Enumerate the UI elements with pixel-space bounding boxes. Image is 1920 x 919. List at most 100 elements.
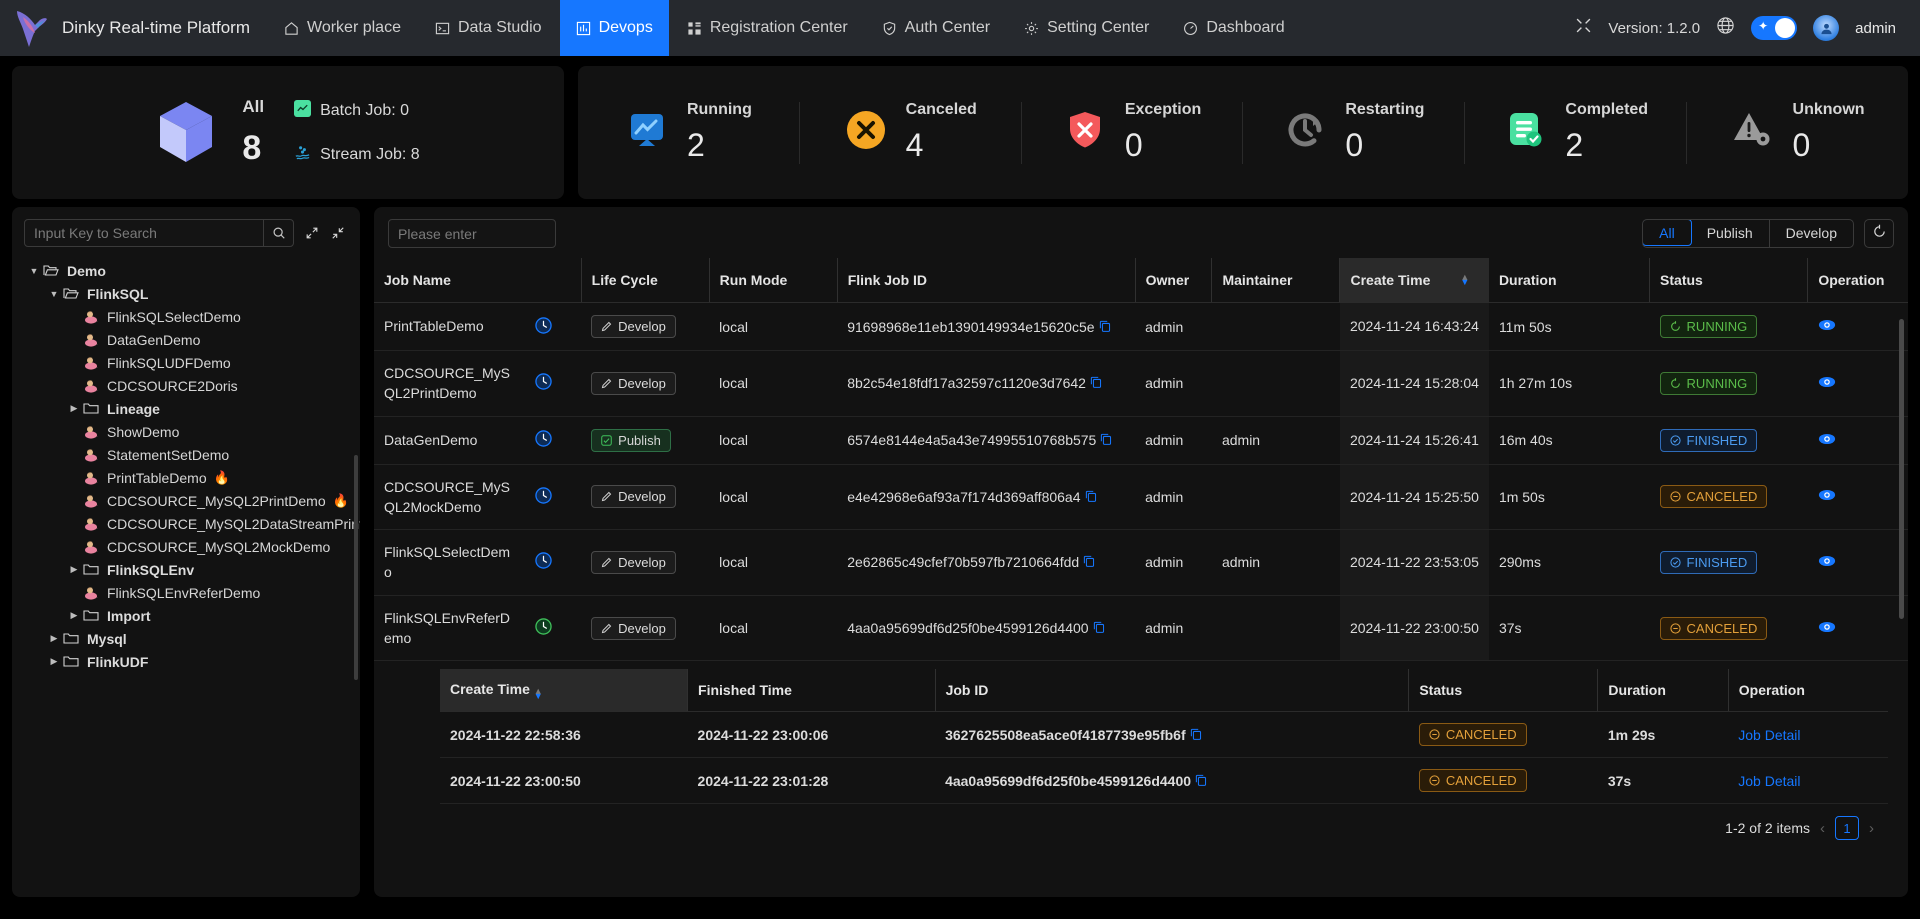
sub-col-duration[interactable]: Duration [1598, 669, 1728, 711]
language-globe-icon[interactable] [1716, 16, 1735, 40]
sort-arrows-icon[interactable]: ▲▼ [534, 689, 543, 699]
tree-node-mysql[interactable]: Mysql [12, 627, 360, 650]
tree-node-flinkudf[interactable]: FlinkUDF [12, 650, 360, 673]
instance-row[interactable]: 2024-11-22 23:00:502024-11-22 23:01:284a… [440, 758, 1888, 804]
nav-item-registration-center[interactable]: Registration Center [671, 0, 864, 56]
tree-node-cdcsource_mysql2printdemo[interactable]: CDCSOURCE_MySQL2PrintDemo🔥 [12, 489, 360, 512]
tree-node-showdemo[interactable]: ShowDemo [12, 420, 360, 443]
stat-running[interactable]: Running 2 [578, 102, 800, 164]
job-row[interactable]: CDCSOURCE_MySQL2PrintDemoDeveloplocal8b2… [374, 351, 1908, 417]
col-flink-job-id[interactable]: Flink Job ID [837, 258, 1135, 303]
tree-node-flinksql[interactable]: FlinkSQL [12, 282, 360, 305]
tree-node-flinksqlenvreferdemo[interactable]: FlinkSQLEnvReferDemo [12, 581, 360, 604]
jobs-search-box[interactable] [388, 219, 556, 248]
pagination-page-1[interactable]: 1 [1835, 816, 1859, 840]
view-detail-eye-icon[interactable] [1818, 435, 1836, 451]
col-job-name[interactable]: Job Name [374, 258, 525, 303]
filter-all[interactable]: All [1642, 219, 1692, 246]
lifecycle-develop-button[interactable]: Develop [591, 617, 676, 640]
tree-node-lineage[interactable]: Lineage [12, 397, 360, 420]
copy-icon[interactable] [1195, 773, 1207, 789]
view-detail-eye-icon[interactable] [1818, 623, 1836, 639]
copy-icon[interactable] [1190, 727, 1202, 743]
nav-item-devops[interactable]: Devops [560, 0, 669, 56]
stat-unknown[interactable]: Unknown 0 [1687, 102, 1908, 164]
sub-col-job-id[interactable]: Job ID [935, 669, 1409, 711]
copy-icon[interactable] [1099, 319, 1111, 335]
pagination-prev-icon[interactable]: ‹ [1820, 820, 1825, 837]
tree-node-cdcsource_mysql2mockdemo[interactable]: CDCSOURCE_MySQL2MockDemo [12, 535, 360, 558]
filter-develop[interactable]: Develop [1770, 220, 1853, 247]
theme-toggle[interactable]: ✦ [1751, 16, 1797, 40]
search-input[interactable] [25, 220, 263, 246]
copy-icon[interactable] [1093, 620, 1105, 636]
copy-icon[interactable] [1090, 375, 1102, 391]
instance-row[interactable]: 2024-11-22 22:58:362024-11-22 23:00:0636… [440, 712, 1888, 758]
sort-arrows-icon[interactable]: ▲▼ [1460, 275, 1469, 285]
job-detail-link[interactable]: Job Detail [1738, 727, 1800, 743]
tree-node-import[interactable]: Import [12, 604, 360, 627]
view-detail-eye-icon[interactable] [1818, 321, 1836, 337]
tree-node-datagendemo[interactable]: DataGenDemo [12, 328, 360, 351]
stat-restarting[interactable]: Restarting 0 [1243, 102, 1465, 164]
tree-caret-icon[interactable] [46, 289, 62, 299]
filter-publish[interactable]: Publish [1691, 220, 1770, 247]
copy-icon[interactable] [1083, 554, 1095, 570]
lifecycle-publish-button[interactable]: Publish [591, 429, 671, 452]
tree-caret-icon[interactable] [46, 633, 62, 644]
view-detail-eye-icon[interactable] [1818, 491, 1836, 507]
username-label[interactable]: admin [1855, 20, 1896, 37]
sub-col-status[interactable]: Status [1409, 669, 1598, 711]
jobs-search-input[interactable] [389, 220, 556, 247]
tree-caret-icon[interactable] [66, 610, 82, 621]
job-row[interactable]: DataGenDemoPublishlocal6574e8144e4a5a43e… [374, 416, 1908, 464]
job-row[interactable]: FlinkSQLEnvReferDemoDeveloplocal4aa0a956… [374, 595, 1908, 661]
sub-col-create-time[interactable]: Create Time ▲▼ [440, 669, 688, 711]
lifecycle-develop-button[interactable]: Develop [591, 551, 676, 574]
nav-item-data-studio[interactable]: Data Studio [419, 0, 558, 56]
col-maintainer[interactable]: Maintainer [1212, 258, 1340, 303]
tree-caret-icon[interactable] [66, 403, 82, 414]
col-life-cycle[interactable]: Life Cycle [581, 258, 709, 303]
view-detail-eye-icon[interactable] [1818, 378, 1836, 394]
tree-node-cdcsource_mysql2datastreamprintdemo[interactable]: CDCSOURCE_MySQL2DataStreamPrintDemo [12, 512, 360, 535]
tree-node-statementsetdemo[interactable]: StatementSetDemo [12, 443, 360, 466]
col-create-time[interactable]: Create Time ▲▼ [1340, 258, 1489, 303]
sub-col-finished-time[interactable]: Finished Time [688, 669, 936, 711]
nav-item-setting-center[interactable]: Setting Center [1008, 0, 1165, 56]
tree-node-demo[interactable]: Demo [12, 259, 360, 282]
tree-caret-icon[interactable] [46, 656, 62, 667]
collapse-all-icon[interactable] [328, 223, 348, 243]
cell-clock[interactable] [525, 416, 581, 464]
tree-node-flinksqlselectdemo[interactable]: FlinkSQLSelectDemo [12, 305, 360, 328]
sidebar-scrollbar[interactable] [354, 455, 358, 680]
nav-item-dashboard[interactable]: Dashboard [1167, 0, 1300, 56]
cell-clock[interactable] [525, 595, 581, 661]
tree-node-flinksqlenv[interactable]: FlinkSQLEnv [12, 558, 360, 581]
lifecycle-develop-button[interactable]: Develop [591, 372, 676, 395]
copy-icon[interactable] [1085, 489, 1097, 505]
lifecycle-develop-button[interactable]: Develop [591, 485, 676, 508]
cell-clock[interactable] [525, 530, 581, 596]
app-logo-hummingbird-icon[interactable] [8, 5, 54, 51]
pagination-next-icon[interactable]: › [1869, 820, 1874, 837]
copy-icon[interactable] [1100, 432, 1112, 448]
cell-clock[interactable] [525, 464, 581, 530]
tree-caret-icon[interactable] [26, 266, 42, 276]
search-icon[interactable] [263, 220, 293, 246]
refresh-button[interactable] [1864, 219, 1894, 248]
col-run-mode[interactable]: Run Mode [709, 258, 837, 303]
job-row[interactable]: CDCSOURCE_MySQL2MockDemoDeveloplocale4e4… [374, 464, 1908, 530]
tree-node-cdcsource2doris[interactable]: CDCSOURCE2Doris [12, 374, 360, 397]
col-owner[interactable]: Owner [1135, 258, 1212, 303]
tree-caret-icon[interactable] [66, 564, 82, 575]
view-detail-eye-icon[interactable] [1818, 557, 1836, 573]
nav-item-auth-center[interactable]: Auth Center [866, 0, 1006, 56]
cell-clock[interactable] [525, 351, 581, 417]
sub-col-operation[interactable]: Operation [1728, 669, 1888, 711]
stat-completed[interactable]: Completed 2 [1465, 102, 1687, 164]
col-status[interactable]: Status [1650, 258, 1808, 303]
job-detail-link[interactable]: Job Detail [1738, 773, 1800, 789]
sidebar-search-box[interactable] [24, 219, 294, 247]
stat-canceled[interactable]: Canceled 4 [800, 102, 1022, 164]
